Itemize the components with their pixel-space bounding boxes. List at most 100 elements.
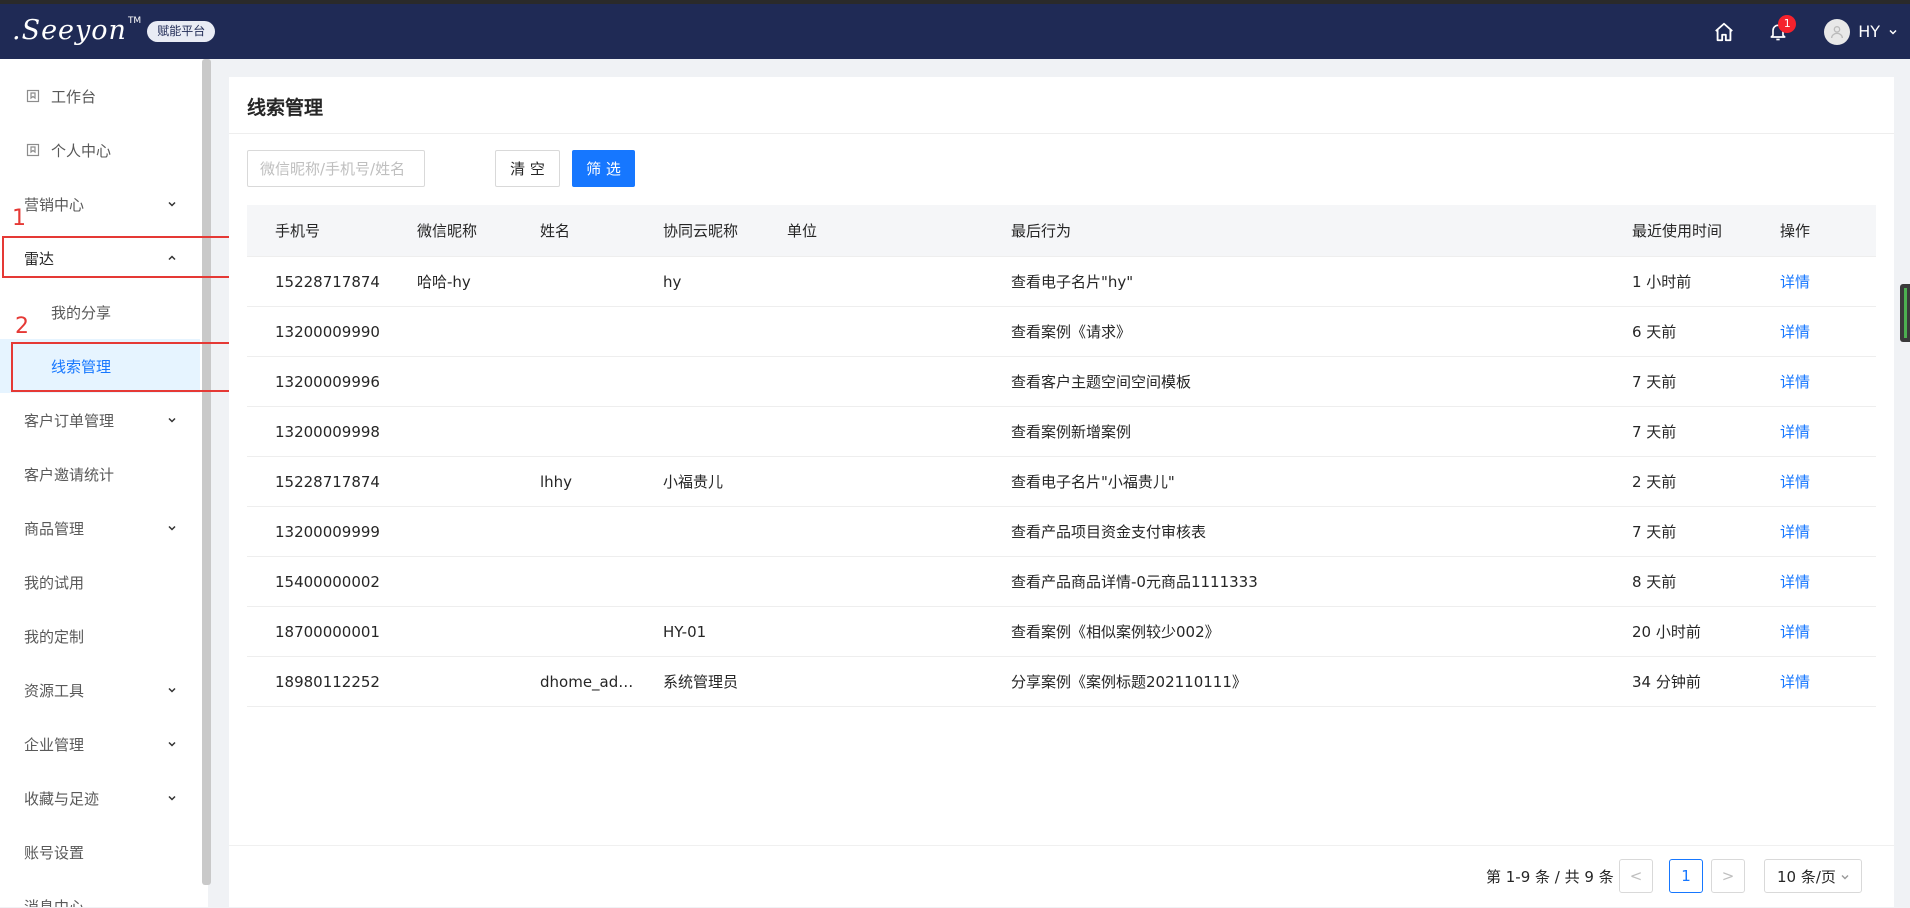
sidebar-item-my-custom[interactable]: 我的定制 [0, 609, 200, 663]
sidebar-item-label: 资源工具 [24, 681, 85, 700]
cell-unit [787, 257, 907, 306]
detail-link[interactable]: 详情 [1780, 271, 1810, 292]
sidebar-item-label: 客户订单管理 [24, 411, 115, 430]
table-row: 13200009999 查看产品项目资金支付审核表 7 天前 详情 [247, 507, 1876, 557]
cell-time: 2 天前 [1632, 473, 1677, 491]
cell-xiety: 系统管理员 [663, 673, 739, 691]
cell-wechat [417, 457, 527, 506]
next-page-button[interactable]: > [1711, 859, 1745, 893]
cell-phone: 13200009999 [275, 522, 380, 541]
sidebar-item-invite-stats[interactable]: 客户邀请统计 [0, 447, 200, 501]
user-menu[interactable]: HY [1824, 18, 1898, 45]
cell-action: 查看案例《请求》 [1011, 323, 1132, 341]
column-header-xiety: 协同云昵称 [663, 222, 739, 240]
page-1-button[interactable]: 1 [1669, 859, 1703, 893]
cell-wechat [417, 357, 527, 406]
notification-button[interactable]: 1 [1758, 12, 1798, 52]
sidebar-scrollbar[interactable] [202, 59, 211, 885]
top-header: .Seeyon TM 赋能平台 1 HY [0, 0, 1910, 59]
sidebar-item-label: 个人中心 [51, 141, 112, 160]
sidebar-item-lead-management[interactable]: 线索管理 [0, 339, 200, 393]
sidebar-item-label: 我的分享 [51, 303, 112, 322]
clear-button[interactable]: 清 空 [495, 150, 560, 187]
filter-button[interactable]: 筛 选 [572, 150, 635, 187]
sidebar-item-favorites[interactable]: 收藏与足迹 [0, 771, 200, 825]
cell-phone: 13200009990 [275, 322, 380, 341]
detail-link[interactable]: 详情 [1780, 471, 1810, 492]
cell-unit [787, 607, 907, 656]
cell-wechat [417, 607, 527, 656]
cell-name [540, 607, 653, 656]
detail-link[interactable]: 详情 [1780, 421, 1810, 442]
cell-name: lhhy [540, 472, 573, 491]
sidebar-item-workbench[interactable]: 工作台 [0, 69, 200, 123]
sidebar-item-radar[interactable]: 雷达 [0, 231, 200, 285]
side-widget-indicator [1904, 288, 1907, 338]
detail-link[interactable]: 详情 [1780, 371, 1810, 392]
table-row: 13200009998 查看案例新增案例 7 天前 详情 [247, 407, 1876, 457]
bookmark-icon [26, 89, 40, 103]
column-header-op: 操作 [1780, 222, 1811, 240]
sidebar-item-enterprise[interactable]: 企业管理 [0, 717, 200, 771]
user-name: HY [1858, 22, 1880, 41]
cell-phone: 13200009998 [275, 422, 380, 441]
sidebar-item-label: 我的试用 [24, 573, 85, 592]
chevron-up-icon [168, 255, 176, 261]
sidebar-item-customer-orders[interactable]: 客户订单管理 [0, 393, 200, 447]
detail-link[interactable]: 详情 [1780, 671, 1810, 692]
page-size-select[interactable]: 10 条/页 [1764, 859, 1862, 893]
sidebar-item-label: 线索管理 [51, 357, 112, 376]
sidebar-item-label: 企业管理 [24, 735, 85, 754]
home-icon [1715, 22, 1734, 41]
sidebar-item-my-share[interactable]: 我的分享 [0, 285, 200, 339]
table-row: 18700000001 HY-01 查看案例《相似案例较少002》 20 小时前… [247, 607, 1876, 657]
user-icon [1831, 25, 1844, 38]
cell-xiety [663, 557, 773, 606]
logo-wordmark: .Seeyon [12, 15, 127, 46]
cell-xiety [663, 307, 773, 356]
sidebar-item-products[interactable]: 商品管理 [0, 501, 200, 555]
cell-name [540, 507, 653, 556]
chevron-down-icon [168, 417, 176, 423]
detail-link[interactable]: 详情 [1780, 571, 1810, 592]
sidebar-item-label: 收藏与足迹 [24, 789, 100, 808]
main-panel: 线索管理 清 空 筛 选 手机号 微信昵称 姓名 协同云昵称 单位 最后行为 最… [229, 77, 1894, 907]
sidebar-item-messages[interactable]: 消息中心 [0, 879, 200, 908]
sidebar-item-resources[interactable]: 资源工具 [0, 663, 200, 717]
logo-trademark: TM [127, 16, 142, 26]
detail-link[interactable]: 详情 [1780, 321, 1810, 342]
chevron-down-icon [168, 201, 176, 207]
page-size-value: 10 条/页 [1777, 867, 1836, 886]
cell-unit [787, 357, 907, 406]
search-input[interactable] [247, 150, 425, 187]
cell-time: 34 分钟前 [1632, 673, 1701, 691]
notification-badge: 1 [1778, 14, 1797, 33]
cell-phone: 18700000001 [275, 622, 380, 641]
prev-page-button[interactable]: < [1619, 859, 1653, 893]
cell-unit [787, 507, 907, 556]
cell-xiety: 小福贵儿 [663, 473, 724, 491]
sidebar-item-marketing[interactable]: 营销中心 [0, 177, 200, 231]
chevron-down-icon [168, 741, 176, 747]
cell-wechat [417, 657, 527, 706]
chevron-down-icon [1889, 29, 1897, 35]
detail-link[interactable]: 详情 [1780, 621, 1810, 642]
cell-action: 查看电子名片"hy" [1011, 273, 1134, 291]
home-button[interactable] [1704, 12, 1744, 52]
sidebar-item-label: 商品管理 [24, 519, 85, 538]
table-header: 手机号 微信昵称 姓名 协同云昵称 单位 最后行为 最近使用时间 操作 [247, 205, 1876, 257]
cell-unit [787, 307, 907, 356]
detail-link[interactable]: 详情 [1780, 521, 1810, 542]
brand-logo[interactable]: .Seeyon TM 赋能平台 [12, 15, 216, 46]
cell-wechat [417, 507, 527, 556]
cell-unit [787, 557, 907, 606]
annotation-number: 1 [12, 206, 26, 231]
cell-time: 7 天前 [1632, 423, 1677, 441]
sidebar-item-label: 工作台 [51, 87, 97, 106]
sidebar-item-personal-center[interactable]: 个人中心 [0, 123, 200, 177]
table-row: 13200009996 查看客户主题空间空间模板 7 天前 详情 [247, 357, 1876, 407]
cell-wechat [417, 307, 527, 356]
sidebar-item-my-trial[interactable]: 我的试用 [0, 555, 200, 609]
column-header-unit: 单位 [787, 222, 818, 240]
sidebar-item-account-settings[interactable]: 账号设置 [0, 825, 200, 879]
